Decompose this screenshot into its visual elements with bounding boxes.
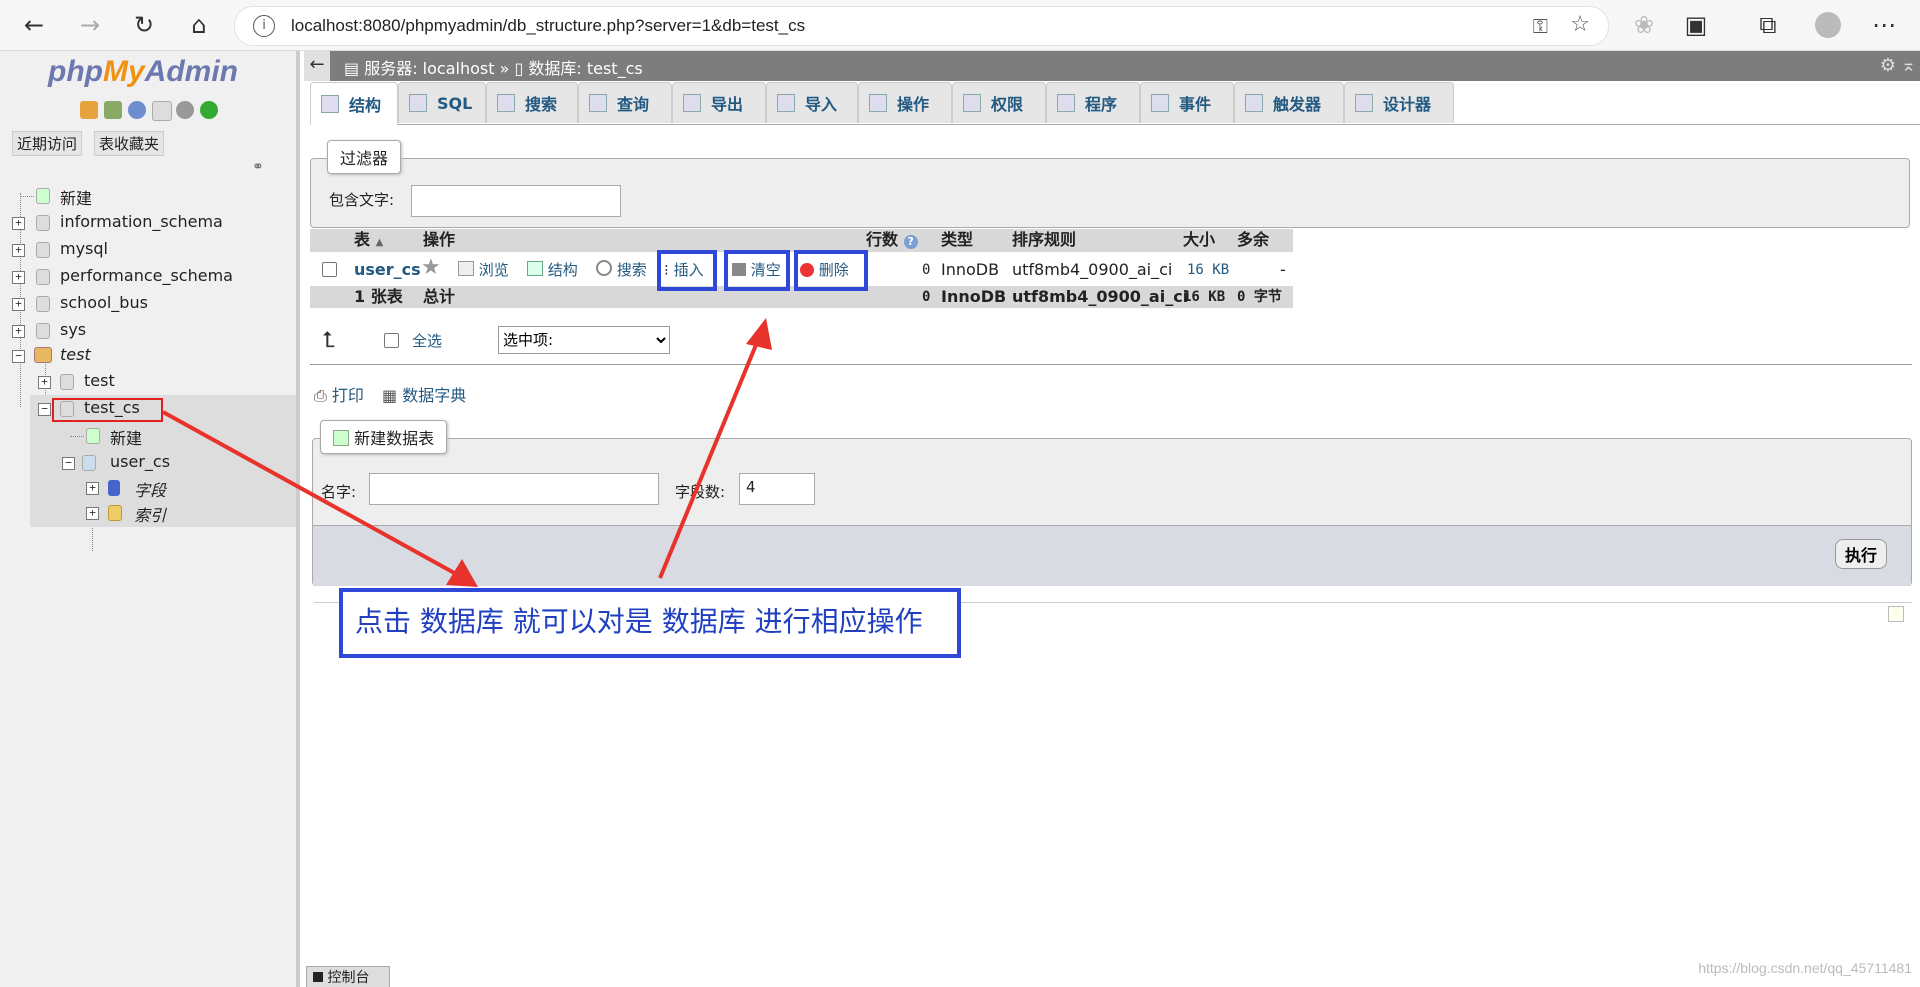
console-tab[interactable]: 控制台 <box>306 966 390 987</box>
arrow-head <box>746 318 772 350</box>
arrow-to-text <box>162 410 459 577</box>
annotation-arrows <box>162 318 772 587</box>
arrow-to-actions <box>658 339 760 579</box>
console-icon <box>313 972 323 982</box>
watermark: https://blog.csdn.net/qq_45711481 <box>1698 960 1912 976</box>
